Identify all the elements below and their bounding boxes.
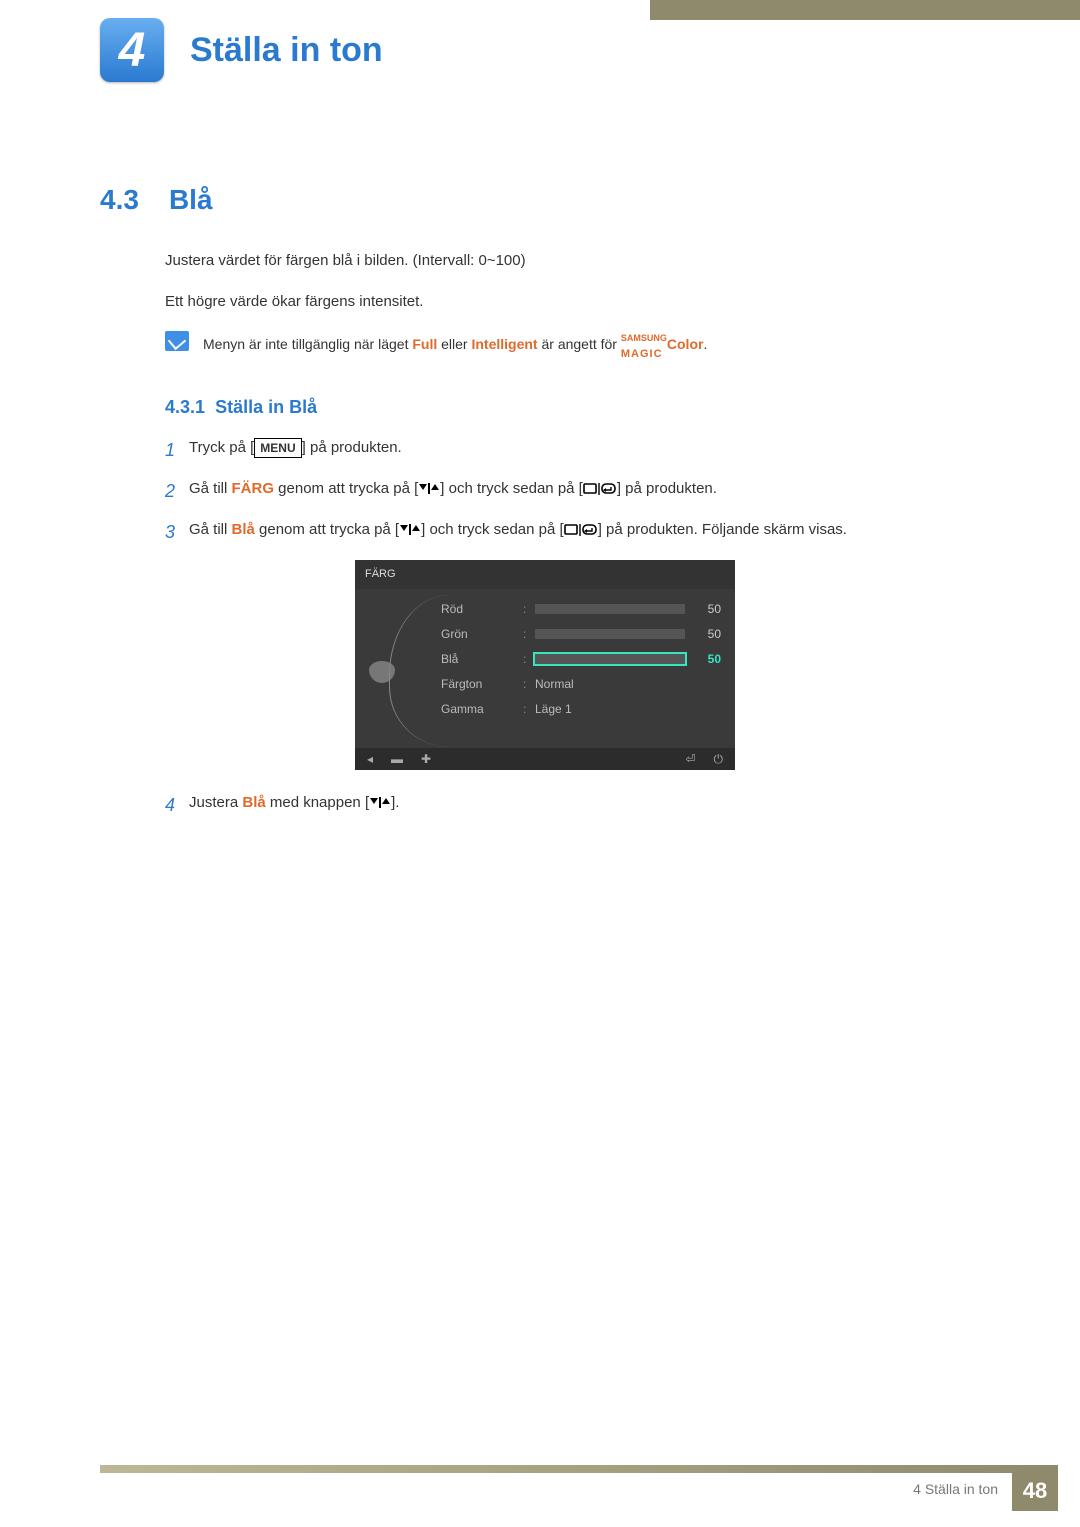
chapter-header: 4 Ställa in ton bbox=[100, 18, 383, 82]
osd-screenshot: FÄRG Röd:50Grön:50Blå:50Färgton:NormalGa… bbox=[355, 560, 735, 770]
intro-paragraph-2: Ett högre värde ökar färgens intensitet. bbox=[165, 291, 925, 314]
chapter-title: Ställa in ton bbox=[190, 31, 383, 70]
step-1: 1 Tryck på [MENU] på produkten. bbox=[165, 437, 925, 464]
down-up-arrows-icon bbox=[369, 797, 391, 809]
nav-left-icon: ◂ bbox=[367, 750, 373, 768]
nav-plus-icon: ✚ bbox=[421, 750, 431, 768]
nav-enter-icon: ⏎ bbox=[685, 750, 695, 768]
osd-row: Blå:50 bbox=[441, 647, 721, 672]
osd-row: Färgton:Normal bbox=[441, 672, 721, 697]
manual-page: 4 Ställa in ton 4.3 Blå Justera värdet fö… bbox=[0, 0, 1080, 1527]
subsection-heading: 4.3.1 Ställa in Blå bbox=[165, 394, 925, 421]
steps-list-cont: 4 Justera Blå med knappen []. bbox=[165, 792, 925, 819]
section-number: 4.3 bbox=[100, 184, 139, 215]
palette-icon bbox=[369, 661, 395, 683]
step-4: 4 Justera Blå med knappen []. bbox=[165, 792, 925, 819]
footer-chapter-label: 4 Ställa in ton bbox=[913, 1471, 1012, 1511]
nav-minus-icon: ▬ bbox=[391, 750, 403, 768]
osd-nav-icons: ◂ ▬ ✚ ⏎ ⏻ bbox=[355, 748, 735, 770]
note-icon bbox=[165, 331, 189, 351]
section-heading: 4.3 Blå bbox=[100, 184, 213, 216]
osd-row: Gamma:Läge 1 bbox=[441, 697, 721, 722]
osd-rows: Röd:50Grön:50Blå:50Färgton:NormalGamma:L… bbox=[441, 597, 721, 722]
page-footer: 4 Ställa in ton 48 bbox=[100, 1465, 1058, 1511]
step-2: 2 Gå till FÄRG genom att trycka på [] oc… bbox=[165, 478, 925, 505]
intro-paragraph-1: Justera värdet för färgen blå i bilden. … bbox=[165, 250, 925, 273]
chapter-number-badge: 4 bbox=[100, 18, 164, 82]
note-box: Menyn är inte tillgänglig när läget Full… bbox=[165, 331, 925, 370]
source-enter-icon bbox=[564, 523, 598, 537]
down-up-arrows-icon bbox=[399, 524, 421, 536]
osd-row: Röd:50 bbox=[441, 597, 721, 622]
section-title: Blå bbox=[169, 184, 213, 215]
menu-button-icon: MENU bbox=[254, 438, 301, 458]
source-enter-icon bbox=[583, 482, 617, 496]
footer-page-number: 48 bbox=[1012, 1471, 1058, 1511]
osd-row: Grön:50 bbox=[441, 622, 721, 647]
down-up-arrows-icon bbox=[418, 483, 440, 495]
top-decor-bar bbox=[650, 0, 1080, 20]
nav-power-icon: ⏻ bbox=[714, 750, 724, 768]
step-3: 3 Gå till Blå genom att trycka på [] och… bbox=[165, 519, 925, 546]
osd-title: FÄRG bbox=[355, 560, 735, 589]
steps-list: 1 Tryck på [MENU] på produkten. 2 Gå til… bbox=[165, 437, 925, 546]
section-body: Justera värdet för färgen blå i bilden. … bbox=[165, 250, 925, 833]
note-text: Menyn är inte tillgänglig när läget Full… bbox=[203, 331, 707, 360]
